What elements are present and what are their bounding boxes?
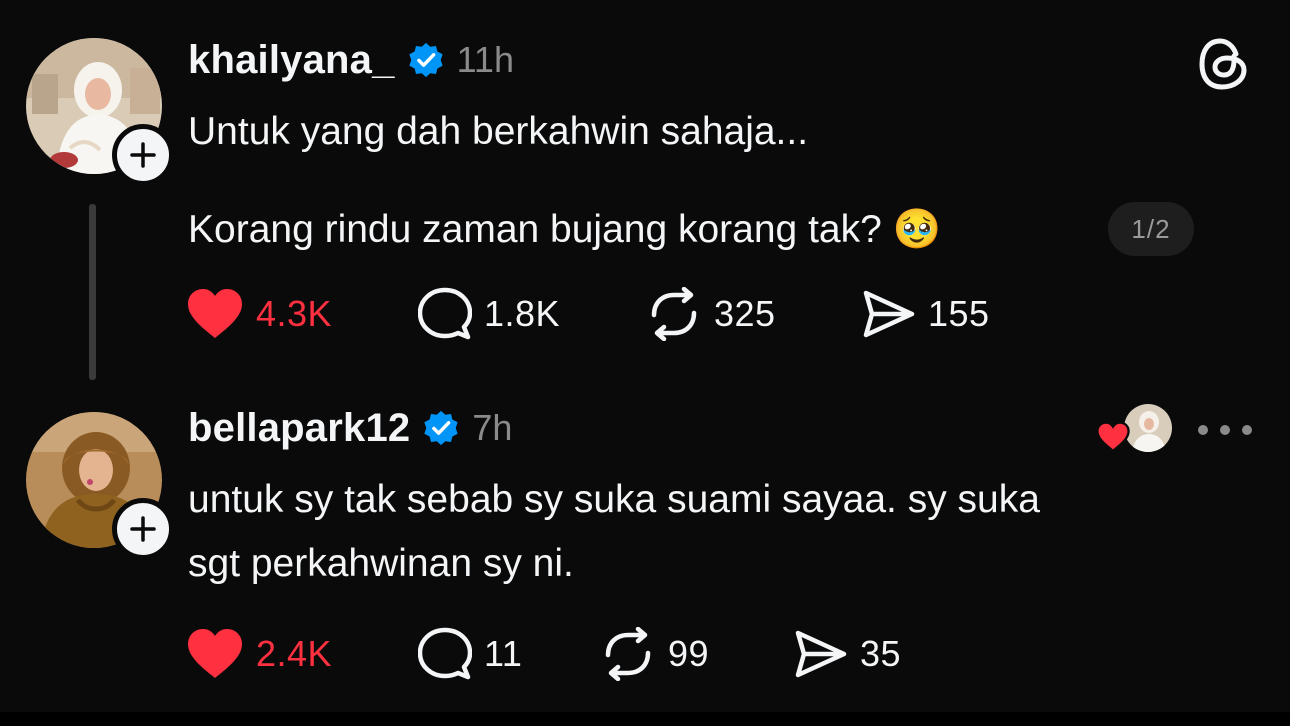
like-button[interactable]: 2.4K — [186, 624, 332, 684]
avatar-container — [26, 38, 174, 186]
repost-button[interactable]: 99 — [600, 624, 709, 684]
reply-button[interactable]: 1.8K — [418, 284, 560, 344]
repost-button[interactable]: 325 — [646, 284, 776, 344]
repost-count: 99 — [668, 633, 710, 674]
threads-logo-icon[interactable] — [1196, 36, 1252, 92]
post-text-line: Untuk yang dah berkahwin sahaja... — [188, 110, 809, 153]
heart-icon — [188, 289, 242, 338]
share-button[interactable]: 35 — [794, 624, 901, 684]
bottom-edge — [0, 712, 1290, 726]
reply-button[interactable]: 11 — [418, 624, 522, 684]
author-liked-indicator — [1096, 402, 1178, 462]
avatar-container — [26, 412, 174, 560]
post-timestamp: 11h — [456, 39, 514, 80]
repost-icon — [651, 287, 697, 341]
post-text-line: sgt perkahwinan sy ni. — [188, 542, 574, 585]
like-count: 2.4K — [256, 633, 333, 674]
share-count: 35 — [860, 633, 902, 674]
username[interactable]: bellapark12 — [188, 406, 410, 451]
repost-icon — [605, 627, 651, 681]
more-horizontal-icon — [1198, 425, 1208, 435]
post-text-line: Korang rindu zaman bujang korang tak? 🥹 — [188, 208, 942, 251]
plus-icon — [130, 142, 156, 168]
post-text-line: untuk sy tak sebab sy suka suami sayaa. … — [188, 478, 1040, 521]
comment-bubble-icon — [418, 287, 472, 340]
heart-icon — [188, 629, 242, 678]
like-count: 4.3K — [256, 293, 333, 334]
like-button[interactable]: 4.3K — [186, 284, 332, 344]
more-options-button[interactable] — [1198, 418, 1252, 442]
send-icon — [863, 290, 915, 338]
plus-icon — [130, 516, 156, 542]
share-button[interactable]: 155 — [862, 284, 990, 344]
verified-badge-icon — [424, 410, 458, 446]
reply-count: 11 — [484, 633, 523, 674]
thread-post: khailyana_ 11h Untuk yang dah berkahwin … — [0, 0, 1290, 380]
follow-button[interactable] — [112, 498, 174, 560]
comment-bubble-icon — [418, 627, 472, 680]
username[interactable]: khailyana_ — [188, 38, 395, 83]
heart-icon — [1096, 422, 1130, 452]
carousel-page-indicator: 1/2 — [1108, 202, 1194, 256]
thread-connector-line — [89, 204, 96, 380]
share-count: 155 — [928, 293, 990, 334]
follow-button[interactable] — [112, 124, 174, 186]
verified-badge-icon — [408, 42, 443, 78]
post-header: khailyana_ 11h — [188, 32, 514, 88]
post-header: bellapark12 7h — [188, 400, 512, 456]
repost-count: 325 — [714, 293, 776, 334]
reply-count: 1.8K — [484, 293, 561, 334]
post-timestamp: 7h — [472, 407, 513, 448]
liker-avatar — [1124, 404, 1172, 452]
send-icon — [795, 630, 847, 678]
